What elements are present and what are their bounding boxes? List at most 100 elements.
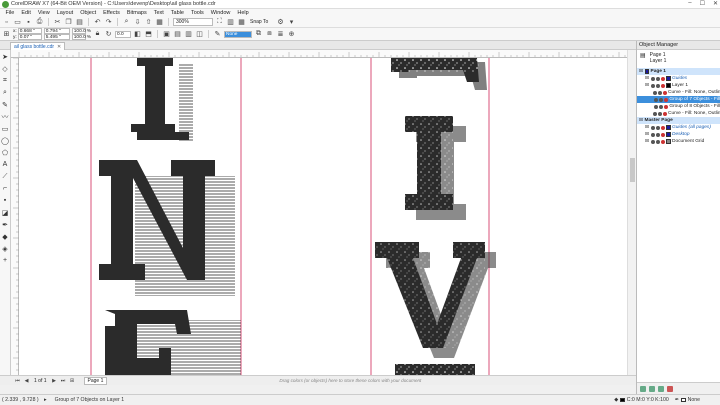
import-icon[interactable]: ⇩	[133, 18, 142, 27]
object-tree-row[interactable]: Curve - Fill: None, Outline	[637, 110, 720, 117]
zoom-tool-icon[interactable]: ⌕	[1, 88, 10, 97]
new-layer-icon[interactable]	[640, 385, 646, 392]
letter-E-right-top[interactable]	[391, 58, 487, 90]
letter-I-right[interactable]	[405, 116, 466, 220]
shape-tool-icon[interactable]: ◇	[1, 64, 10, 73]
last-page-icon[interactable]: ⏭	[60, 377, 67, 384]
menu-bitmaps[interactable]: Bitmaps	[123, 10, 150, 16]
combine-icon[interactable]: ▤	[173, 30, 182, 39]
print-icon[interactable]	[655, 125, 660, 130]
vertical-scrollbar[interactable]	[627, 50, 636, 375]
new-master-layer-icon[interactable]	[649, 385, 655, 392]
visibility-icon[interactable]	[650, 139, 655, 144]
document-tab-close-icon[interactable]: ✕	[57, 44, 61, 50]
undo-icon[interactable]: ↶	[93, 18, 102, 27]
print-icon[interactable]	[658, 97, 663, 102]
ungroup-icon[interactable]: ▣	[162, 30, 171, 39]
expand-toggle-icon[interactable]: ⊟	[645, 139, 649, 144]
lock-icon[interactable]	[663, 97, 668, 102]
height-field[interactable]: 5.495 "	[43, 34, 70, 40]
lock-ratio-icon[interactable]: 🔒︎	[93, 30, 102, 39]
object-tree-row[interactable]: ⊟ Layer 1	[637, 82, 720, 89]
outline-width-dropdown[interactable]: None	[224, 30, 252, 38]
next-page-icon[interactable]: ▶	[51, 377, 58, 384]
connector-tool-icon[interactable]: ⌐	[1, 184, 10, 193]
menu-tools[interactable]: Tools	[187, 10, 207, 16]
x-position-field[interactable]: 0.668 "	[17, 28, 42, 34]
mirror-vertical-icon[interactable]: ⬒	[144, 30, 153, 39]
object-tree-row[interactable]: ⊟ Desktop	[637, 131, 720, 138]
object-origin-icon[interactable]: ⊞	[2, 30, 11, 39]
visibility-icon[interactable]	[650, 132, 655, 137]
menu-window[interactable]: Window	[207, 10, 234, 16]
paste-icon[interactable]: ▤	[75, 18, 84, 27]
play-icon[interactable]: ▸	[44, 397, 47, 403]
expand-toggle-icon[interactable]: ⊟	[645, 83, 649, 88]
visibility-icon[interactable]	[650, 125, 655, 130]
maximize-button[interactable]: ☐	[700, 0, 705, 7]
menu-help[interactable]: Help	[234, 10, 252, 16]
print-icon[interactable]	[657, 90, 662, 95]
expand-toggle-icon[interactable]: ⊟	[639, 118, 643, 123]
letter-V-right[interactable]	[375, 242, 496, 358]
scale-height-field[interactable]: 100.0	[71, 34, 86, 40]
expand-toggle-icon[interactable]: ⊟	[645, 125, 649, 130]
lock-icon[interactable]	[660, 125, 665, 130]
drop-shadow-tool-icon[interactable]: ▪	[1, 196, 10, 205]
full-screen-icon[interactable]: ⛶	[215, 18, 224, 27]
mirror-horizontal-icon[interactable]: ◧	[133, 30, 142, 39]
visibility-icon[interactable]	[652, 111, 657, 116]
menu-layout[interactable]: Layout	[53, 10, 77, 16]
y-position-field[interactable]: 0.07 "	[17, 34, 42, 40]
options-gear-icon[interactable]: ⚙	[276, 18, 285, 27]
lock-icon[interactable]	[662, 90, 667, 95]
scale-width-field[interactable]: 100.0	[71, 28, 86, 34]
horizontal-ruler[interactable]	[11, 50, 627, 58]
layers-icon[interactable]: ▤	[640, 52, 646, 59]
expand-toggle-icon[interactable]: ⊟	[645, 132, 649, 137]
add-tool-icon[interactable]: +	[1, 256, 10, 265]
grid-icon[interactable]: ▦	[237, 18, 246, 27]
lock-icon[interactable]	[660, 139, 665, 144]
expand-toggle-icon[interactable]: ⊟	[645, 76, 649, 81]
print-icon[interactable]: ⎙	[35, 18, 44, 27]
crop-tool-icon[interactable]: ⌗	[1, 76, 10, 85]
launch-app-icon[interactable]: ▾	[287, 18, 296, 27]
search-content-icon[interactable]: ⌕	[122, 18, 131, 27]
polygon-tool-icon[interactable]: ⬠	[1, 148, 10, 157]
weld-icon[interactable]: ◫	[195, 30, 204, 39]
pick-tool-icon[interactable]: ➤	[1, 52, 10, 61]
wrap-text-icon[interactable]: ≣	[276, 30, 285, 39]
add-page-icon[interactable]: ⊞	[69, 377, 76, 384]
menu-file[interactable]: File	[2, 10, 18, 16]
quick-customize-icon[interactable]: ⊕	[287, 30, 296, 39]
export-icon[interactable]: ⇧	[144, 18, 153, 27]
scrollbar-thumb[interactable]	[630, 158, 635, 182]
menu-effects[interactable]: Effects	[100, 10, 124, 16]
close-button[interactable]: ✕	[713, 0, 718, 7]
print-icon[interactable]	[655, 132, 660, 137]
object-tree-row[interactable]: Curve - Fill: None, Outline	[637, 89, 720, 96]
redo-icon[interactable]: ↷	[104, 18, 113, 27]
freehand-tool-icon[interactable]: ✎	[1, 100, 10, 109]
open-folder-icon[interactable]: ▭	[13, 18, 22, 27]
menu-table[interactable]: Table	[167, 10, 187, 16]
object-tree-row[interactable]: ⊟ Guides (all pages)	[637, 124, 720, 131]
print-icon[interactable]	[655, 139, 660, 144]
new-document-icon[interactable]: ▫	[2, 18, 11, 27]
text-tool-icon[interactable]: A	[1, 160, 10, 169]
cut-icon[interactable]: ✂	[53, 18, 62, 27]
transparency-tool-icon[interactable]: ◪	[1, 208, 10, 217]
lock-icon[interactable]	[660, 83, 665, 88]
object-tree-row[interactable]: ⊟ Guides	[637, 75, 720, 82]
drawing-canvas[interactable]	[19, 58, 627, 375]
lock-icon[interactable]	[662, 111, 667, 116]
letter-N-left[interactable]	[99, 160, 235, 296]
width-field[interactable]: 0.794 "	[43, 28, 70, 34]
minimize-button[interactable]: –	[688, 0, 691, 7]
print-icon[interactable]	[657, 111, 662, 116]
letter-E-left[interactable]	[105, 310, 241, 375]
visibility-icon[interactable]	[652, 90, 657, 95]
expand-toggle-icon[interactable]: ⊟	[639, 69, 643, 74]
menu-object[interactable]: Object	[77, 10, 100, 16]
